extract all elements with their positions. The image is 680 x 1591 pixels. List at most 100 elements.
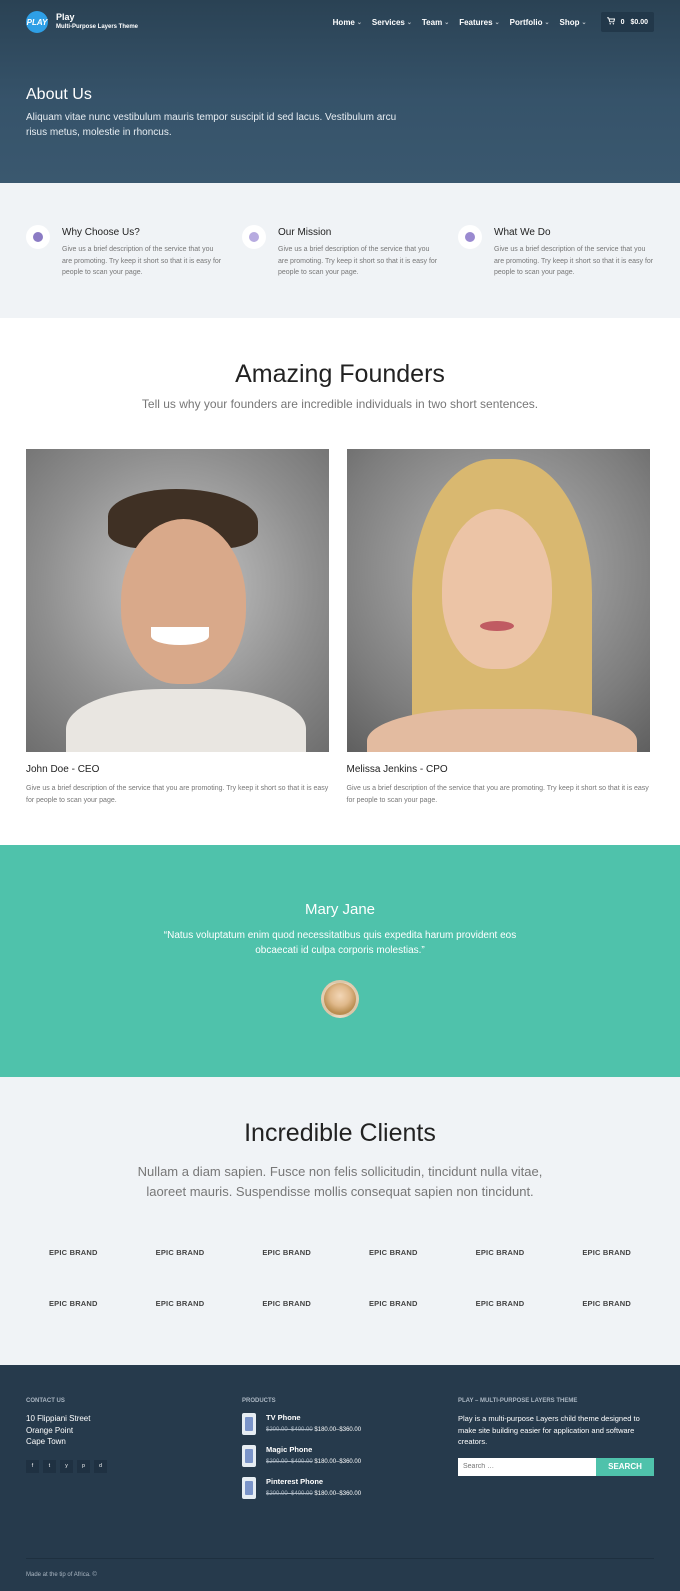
brand-grid: EPIC BRAND EPIC BRAND EPIC BRAND EPIC BR… (0, 1248, 680, 1308)
brand-logo[interactable]: EPIC BRAND (127, 1299, 234, 1308)
menu-item-features[interactable]: Features ⌄ (459, 18, 499, 27)
cart-button[interactable]: 0 $0.00 (600, 12, 654, 32)
menu-item-services[interactable]: Services ⌄ (372, 18, 412, 27)
brand-logo[interactable]: EPIC BRAND (340, 1248, 447, 1257)
menu-label: Portfolio (509, 17, 543, 27)
twitter-icon[interactable]: t (43, 1459, 56, 1473)
menu-item-home[interactable]: Home ⌄ (333, 18, 362, 27)
menu-label: Shop (559, 17, 580, 27)
founder-name: Melissa Jenkins - CPO (346, 764, 448, 775)
product-item[interactable]: Pinterest Phone $200.00–$400.00 $180.00–… (242, 1477, 438, 1499)
founder-desc: Give us a brief description of the servi… (26, 785, 329, 804)
chevron-down-icon: ⌄ (494, 19, 500, 26)
brand-logo[interactable]: EPIC BRAND (447, 1299, 554, 1308)
search-input[interactable] (458, 1457, 596, 1476)
social-links: f t y p d (26, 1459, 222, 1473)
address-line: Orange Point (26, 1425, 74, 1435)
new-price: $180.00–$360.00 (314, 1491, 362, 1497)
brand[interactable]: PLAY Play Multi-Purpose Layers Theme (26, 11, 138, 33)
product-name[interactable]: Magic Phone (266, 1445, 361, 1454)
facebook-icon[interactable]: f (26, 1459, 39, 1473)
menu-label: Features (459, 17, 493, 27)
gear-icon (242, 225, 266, 249)
pinterest-icon[interactable]: p (77, 1459, 90, 1473)
footer-heading: CONTACT US (26, 1398, 65, 1404)
founder-desc: Give us a brief description of the servi… (346, 785, 649, 804)
menu-item-portfolio[interactable]: Portfolio ⌄ (510, 18, 550, 27)
top-nav: PLAY Play Multi-Purpose Layers Theme Hom… (0, 0, 680, 44)
menu-item-shop[interactable]: Shop ⌄ (560, 18, 587, 27)
search-button[interactable]: SEARCH (596, 1457, 654, 1476)
feature-item: Why Choose Us? Give us a brief descripti… (26, 225, 222, 318)
brand-logo[interactable]: EPIC BRAND (447, 1248, 554, 1257)
testimonial-section: Mary Jane “Natus voluptatum enim quod ne… (0, 845, 680, 1077)
phone-icon (242, 1445, 256, 1467)
phone-icon (242, 1477, 256, 1499)
dribbble-icon[interactable]: d (94, 1459, 107, 1473)
feature-title: Our Mission (278, 227, 332, 238)
brand-title[interactable]: Play (56, 12, 138, 23)
menu-item-team[interactable]: Team ⌄ (422, 18, 449, 27)
footer-contact: CONTACT US 10 Flippiani Street Orange Po… (26, 1398, 222, 1509)
hero-body: About Us Aliquam vitae nunc vestibulum m… (0, 44, 680, 140)
section-subtitle: Tell us why your founders are incredible… (141, 397, 539, 411)
founder-photo (346, 449, 650, 752)
product-name[interactable]: Pinterest Phone (266, 1477, 361, 1486)
menu-label: Services (371, 17, 405, 27)
product-item[interactable]: Magic Phone $200.00–$400.00 $180.00–$360… (242, 1445, 438, 1467)
hero-header: PLAY Play Multi-Purpose Layers Theme Hom… (0, 0, 680, 183)
section-subtitle: Nullam a diam sapien. Fusce non felis so… (137, 1164, 543, 1199)
chevron-down-icon: ⌄ (581, 19, 587, 26)
feature-desc: Give us a brief description of the servi… (494, 246, 654, 276)
product-name[interactable]: TV Phone (266, 1413, 361, 1422)
cart-count: 0 (620, 18, 625, 26)
old-price: $200.00–$400.00 (266, 1491, 313, 1497)
brand-logo[interactable]: EPIC BRAND (233, 1248, 340, 1257)
product-price: $200.00–$400.00 $180.00–$360.00 (266, 1491, 361, 1497)
product-price: $200.00–$400.00 $180.00–$360.00 (266, 1427, 361, 1433)
youtube-icon[interactable]: y (60, 1459, 73, 1473)
menu-label: Team (421, 17, 443, 27)
footer-heading: PLAY – MULTI-PURPOSE LAYERS THEME (458, 1398, 578, 1404)
address-line: 10 Flippiani Street (26, 1414, 91, 1423)
section-title: Amazing Founders (235, 360, 445, 388)
address-line: Cape Town (26, 1437, 66, 1446)
brand-logo[interactable]: EPIC BRAND (553, 1248, 660, 1257)
shield-icon (26, 225, 50, 249)
new-price: $180.00–$360.00 (314, 1427, 362, 1433)
brand-logo[interactable]: EPIC BRAND (340, 1299, 447, 1308)
testimonial-name: Mary Jane (304, 901, 376, 918)
old-price: $200.00–$400.00 (266, 1459, 313, 1465)
cog-icon (458, 225, 482, 249)
features-section: Why Choose Us? Give us a brief descripti… (0, 183, 680, 318)
chevron-down-icon: ⌄ (356, 19, 362, 26)
brand-logo[interactable]: EPIC BRAND (553, 1299, 660, 1308)
chevron-down-icon: ⌄ (544, 19, 550, 26)
brand-logo[interactable]: EPIC BRAND (20, 1299, 127, 1308)
section-title: Incredible Clients (244, 1119, 436, 1147)
logo[interactable]: PLAY (26, 11, 48, 33)
feature-title: Why Choose Us? (62, 227, 140, 238)
product-item[interactable]: TV Phone $200.00–$400.00 $180.00–$360.00 (242, 1413, 438, 1435)
footer-about: PLAY – MULTI-PURPOSE LAYERS THEME Play i… (458, 1398, 654, 1509)
testimonial-quote: “Natus voluptatum enim quod necessitatib… (163, 930, 517, 956)
founders-section: Amazing Founders Tell us why your founde… (0, 318, 680, 845)
product-price: $200.00–$400.00 $180.00–$360.00 (266, 1459, 361, 1465)
brand-logo[interactable]: EPIC BRAND (233, 1299, 340, 1308)
feature-desc: Give us a brief description of the servi… (278, 246, 438, 276)
feature-title: What We Do (494, 227, 551, 238)
founder-photo (26, 449, 329, 752)
feature-desc: Give us a brief description of the servi… (62, 246, 222, 276)
founder-name: John Doe - CEO (26, 764, 100, 775)
clients-section: Incredible Clients Nullam a diam sapien.… (0, 1077, 680, 1365)
chevron-down-icon: ⌄ (444, 19, 450, 26)
page-title: About Us (26, 86, 92, 103)
about-text: Play is a multi-purpose Layers child the… (458, 1414, 640, 1446)
old-price: $200.00–$400.00 (266, 1427, 313, 1433)
phone-icon (242, 1413, 256, 1435)
footer: CONTACT US 10 Flippiani Street Orange Po… (0, 1365, 680, 1591)
main-menu: Home ⌄ Services ⌄ Team ⌄ Features ⌄ Portfoli… (333, 12, 654, 32)
brand-logo[interactable]: EPIC BRAND (20, 1248, 127, 1257)
brand-logo[interactable]: EPIC BRAND (127, 1248, 234, 1257)
founder-grid: John Doe - CEO Give us a brief descripti… (0, 449, 680, 806)
